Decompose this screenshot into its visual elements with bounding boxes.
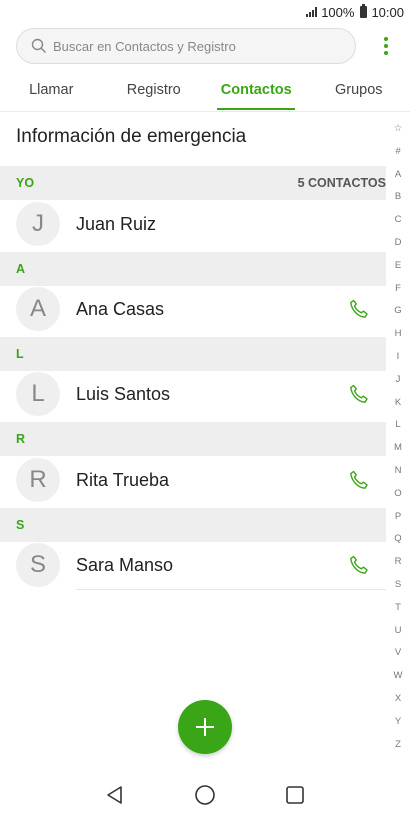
phone-icon[interactable] (347, 468, 371, 492)
navigation-bar (0, 770, 410, 820)
avatar: J (16, 202, 60, 246)
battery-icon (360, 4, 368, 18)
index-letter[interactable]: M (394, 437, 402, 460)
status-bar: 100% 10:00 (0, 0, 410, 24)
battery-percent: 100% (321, 4, 355, 20)
contact-row-sara-manso[interactable]: S Sara Manso (0, 539, 386, 591)
back-triangle-icon (107, 786, 122, 804)
section-letter: R (16, 432, 26, 446)
index-letter[interactable]: O (394, 483, 401, 506)
phone-icon[interactable] (347, 297, 371, 321)
list-divider (76, 589, 386, 590)
back-button[interactable] (100, 780, 130, 810)
index-letter[interactable]: E (395, 255, 401, 278)
index-letter[interactable]: S (395, 574, 401, 597)
home-circle-icon (195, 785, 215, 805)
section-header-r: R (0, 422, 386, 456)
contact-name: Luis Santos (76, 383, 171, 404)
index-letter[interactable]: D (395, 232, 402, 255)
tab-grupos[interactable]: Grupos (308, 70, 410, 111)
home-button[interactable] (190, 780, 220, 810)
index-letter[interactable]: P (395, 506, 401, 529)
contact-row-ana-casas[interactable]: A Ana Casas (0, 283, 386, 335)
avatar: L (16, 372, 60, 416)
clock: 10:00 (371, 4, 404, 20)
plus-icon (196, 718, 214, 736)
section-header-l: L (0, 337, 386, 371)
index-letter[interactable]: V (395, 642, 401, 665)
index-letter[interactable]: I (397, 346, 400, 369)
more-vert-icon (384, 37, 388, 41)
index-letter[interactable]: U (395, 620, 402, 643)
contact-name: Ana Casas (76, 298, 165, 319)
phone-icon[interactable] (347, 382, 371, 406)
emergency-info-item[interactable]: Información de emergencia (0, 112, 386, 162)
index-letter[interactable]: # (395, 141, 400, 164)
index-letter[interactable]: A (395, 164, 401, 187)
index-letter[interactable]: X (395, 688, 401, 711)
more-options-button[interactable] (376, 34, 396, 58)
section-letter: YO (16, 176, 35, 190)
contact-name: Juan Ruiz (76, 213, 157, 234)
index-letter[interactable]: T (395, 597, 401, 620)
index-letter[interactable]: R (395, 551, 402, 574)
index-letter[interactable]: ☆ (394, 118, 403, 141)
section-header-yo: YO 5 CONTACTOS (0, 166, 386, 200)
contact-row-rita-trueba[interactable]: R Rita Trueba (0, 454, 386, 506)
avatar: A (16, 287, 60, 331)
signal-icon (306, 7, 318, 17)
index-letter[interactable]: Y (395, 711, 401, 734)
phone-icon[interactable] (347, 553, 371, 577)
index-letter[interactable]: B (395, 186, 401, 209)
index-letter[interactable]: K (395, 392, 401, 415)
avatar: S (16, 543, 60, 587)
section-letter: A (16, 262, 26, 276)
index-letter[interactable]: J (396, 369, 401, 392)
index-letter[interactable]: G (394, 300, 401, 323)
recents-button[interactable] (280, 780, 310, 810)
tab-registro[interactable]: Registro (103, 70, 206, 111)
tab-bar: Llamar Registro Contactos Grupos (0, 70, 410, 112)
contact-row-luis-santos[interactable]: L Luis Santos (0, 368, 386, 420)
index-letter[interactable]: Q (394, 528, 401, 551)
index-letter[interactable]: H (395, 323, 402, 346)
contact-name: Rita Trueba (76, 469, 170, 490)
search-input[interactable] (53, 38, 333, 54)
index-letter[interactable]: L (395, 414, 400, 437)
add-contact-button[interactable] (178, 700, 232, 754)
section-letter: S (16, 518, 25, 532)
search-box[interactable] (16, 28, 356, 64)
tab-llamar[interactable]: Llamar (0, 70, 103, 111)
avatar: R (16, 458, 60, 502)
tab-contactos[interactable]: Contactos (205, 70, 308, 111)
index-letter[interactable]: C (395, 209, 402, 232)
section-letter: L (16, 347, 24, 361)
search-row (16, 28, 396, 64)
contact-row-juan-ruiz[interactable]: J Juan Ruiz (0, 198, 386, 250)
index-letter[interactable]: N (395, 460, 402, 483)
section-header-s: S (0, 508, 386, 542)
search-icon (31, 38, 46, 53)
section-header-a: A (0, 252, 386, 286)
recents-square-icon (286, 786, 304, 804)
contacts-count: 5 CONTACTOS (297, 176, 386, 190)
index-letter[interactable]: Z (395, 734, 401, 757)
index-letter[interactable]: F (395, 278, 401, 301)
alphabet-index[interactable]: ☆ # A B C D E F G H I J K L M N O P Q R S T U V W X Y Z (390, 118, 406, 756)
contact-name: Sara Manso (76, 554, 174, 575)
index-letter[interactable]: W (394, 665, 403, 688)
